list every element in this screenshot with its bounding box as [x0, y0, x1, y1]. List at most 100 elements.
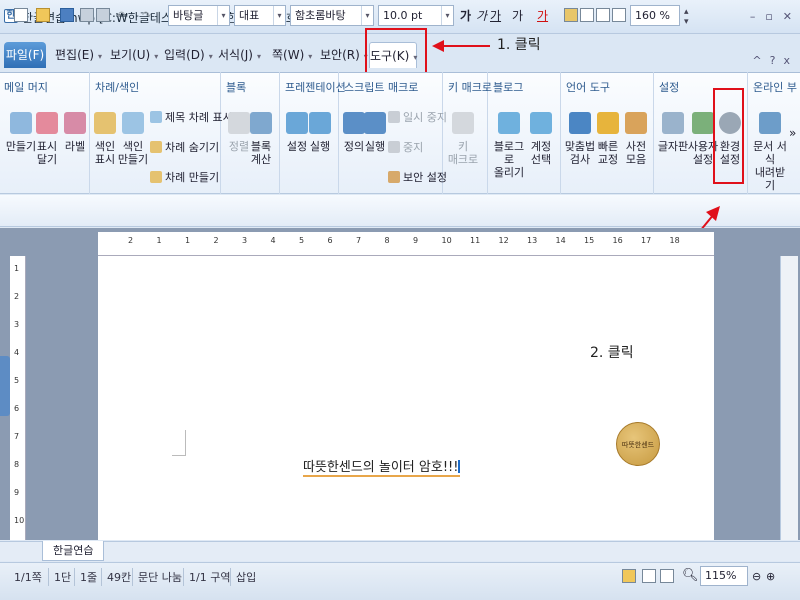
macro-pause[interactable]: 일시 중지: [388, 109, 447, 125]
macro-run-button[interactable]: 실행: [358, 112, 392, 153]
toc-title-show[interactable]: 제목 차례 표시: [150, 109, 233, 125]
align-center-icon: [596, 8, 610, 22]
presentation-run-button[interactable]: 실행: [303, 112, 337, 153]
style-value: 바탕글: [173, 9, 204, 22]
macro-security[interactable]: 보안 설정: [388, 169, 447, 185]
view-web-button[interactable]: [660, 567, 674, 587]
save-button[interactable]: [60, 6, 74, 26]
document-text-content: 따뜻한센드의 놀이터 암호!!!: [303, 460, 459, 475]
user-settings-icon: [692, 112, 714, 134]
align-justify-button[interactable]: [564, 6, 578, 26]
ruler-h-label: 1: [156, 236, 162, 245]
folder-icon: [36, 8, 50, 22]
collapse-ribbon-button[interactable]: ^: [752, 54, 761, 67]
tab-file[interactable]: 파일(F): [4, 42, 46, 68]
ruler-v-label: 4: [14, 348, 20, 357]
font-select[interactable]: 함초롬바탕 ▾: [290, 5, 374, 26]
italic-button[interactable]: 가: [476, 6, 487, 26]
style-select[interactable]: 바탕글 ▾: [168, 5, 230, 26]
zoom-select[interactable]: 115%: [700, 566, 748, 586]
toc-make[interactable]: 차례 만들기: [150, 169, 219, 185]
restore-button[interactable]: ▫: [765, 10, 772, 23]
new-doc-button[interactable]: [14, 6, 28, 26]
view-page-button[interactable]: [622, 567, 636, 587]
sheet-tab-bar: [0, 541, 800, 561]
strike-button[interactable]: 가: [512, 6, 523, 26]
zoom-in-button[interactable]: ⊕: [766, 567, 775, 587]
btn-label: 사전 모음: [625, 140, 647, 166]
align-right-button[interactable]: [612, 6, 626, 26]
view-draft-button[interactable]: [642, 567, 656, 587]
annotation-step1: 1. 클릭: [497, 37, 541, 53]
vertical-scrollbar[interactable]: [780, 256, 798, 540]
font-color-button[interactable]: 가: [537, 6, 548, 26]
language-select[interactable]: 대표 ▾: [234, 5, 286, 26]
blog-post-button[interactable]: 블로그로 올리기: [492, 112, 526, 179]
side-panel-tab[interactable]: [0, 356, 10, 416]
window-controls: – ▫ ✕: [750, 10, 792, 23]
index-icon: [94, 112, 116, 134]
close-button[interactable]: ✕: [783, 10, 792, 23]
ruler-h-label: 14: [555, 236, 566, 245]
block-calc-button[interactable]: 블록 계산: [244, 112, 278, 166]
index-make-button[interactable]: 색인 만들기: [116, 112, 150, 166]
download-template-button[interactable]: 문서 서식 내려받기: [750, 112, 790, 192]
chevron-down-icon: ▾: [273, 6, 285, 25]
btn-label: 표시 달기: [36, 140, 58, 166]
undo-button[interactable]: ↶: [116, 6, 125, 26]
highlight-box-tools: [365, 28, 427, 76]
tab-edit[interactable]: 편집(E) ▾: [55, 42, 102, 68]
ruler-h-label: 6: [327, 236, 333, 245]
macro-stop[interactable]: 중지: [388, 139, 423, 155]
preview-button[interactable]: [96, 6, 110, 26]
group-title: 프레젠테이션: [285, 81, 346, 94]
keyboard-layout-button[interactable]: 글자판: [656, 112, 690, 153]
zoom-icon[interactable]: 🔍︎: [682, 566, 699, 586]
ruler-h-label: 3: [242, 236, 248, 245]
align-center-button[interactable]: [596, 6, 610, 26]
status-mode[interactable]: 삽입: [236, 569, 256, 585]
sheet-tab[interactable]: 한글연습: [42, 541, 105, 561]
line-spacing-input[interactable]: 160 %: [630, 5, 680, 26]
close-doc-button[interactable]: x: [783, 54, 790, 67]
font-size-select[interactable]: 10.0 pt ▾: [378, 5, 454, 26]
tab-view[interactable]: 보기(U) ▾: [110, 42, 158, 68]
horizontal-ruler[interactable]: 2 1 1 2 3 4 5 6 7 8 9 10 11 12 13 14 15 16 17 18: [98, 232, 714, 256]
chevron-down-icon: ▾: [361, 6, 373, 25]
zoom-out-button[interactable]: ⊖: [752, 567, 761, 587]
status-page: 1/1쪽: [14, 571, 42, 584]
dictionary-button[interactable]: 사전 모음: [619, 112, 653, 166]
draft-view-icon: [642, 569, 656, 583]
group-title: 언어 도구: [566, 81, 610, 94]
ribbon-more-button[interactable]: »: [789, 126, 796, 140]
group-title: 키 매크로: [448, 81, 492, 94]
tab-security[interactable]: 보안(R) ▾: [320, 42, 368, 68]
zoom-value: 115%: [705, 569, 737, 582]
pause-icon: [388, 111, 400, 123]
toc-hide[interactable]: 차례 숨기기: [150, 139, 219, 155]
index-make-icon: [122, 112, 144, 134]
label-button[interactable]: 라벨: [58, 112, 92, 153]
ribbon-controls: ^ ? x: [752, 54, 790, 67]
key-macro-button[interactable]: 키 매크로: [446, 112, 480, 166]
print-button[interactable]: [80, 6, 94, 26]
minimize-button[interactable]: –: [750, 10, 756, 23]
bold-button[interactable]: 가: [460, 6, 471, 26]
vertical-ruler[interactable]: 1 2 3 4 5 6 7 8 9 10: [10, 256, 26, 540]
mail-merge-icon: [10, 112, 32, 134]
tab-input[interactable]: 입력(D) ▾: [164, 42, 213, 68]
minus-icon: ⊖: [752, 570, 762, 583]
ruler-h-label: 4: [270, 236, 276, 245]
ruler-v-label: 10: [14, 516, 25, 525]
document-page[interactable]: [98, 256, 714, 540]
align-left-button[interactable]: [580, 6, 594, 26]
tab-page[interactable]: 쪽(W) ▾: [272, 42, 312, 68]
help-button[interactable]: ?: [770, 54, 776, 67]
document-text[interactable]: 따뜻한센드의 놀이터 암호!!!: [303, 456, 461, 477]
tab-format[interactable]: 서식(J) ▾: [218, 42, 261, 68]
open-button[interactable]: [36, 6, 50, 26]
line-spacing-stepper[interactable]: ▴ ▾: [684, 7, 689, 27]
underline-button[interactable]: 가: [490, 6, 501, 26]
redo-button[interactable]: ↷: [142, 6, 151, 26]
blog-account-button[interactable]: 계정 선택: [524, 112, 558, 166]
